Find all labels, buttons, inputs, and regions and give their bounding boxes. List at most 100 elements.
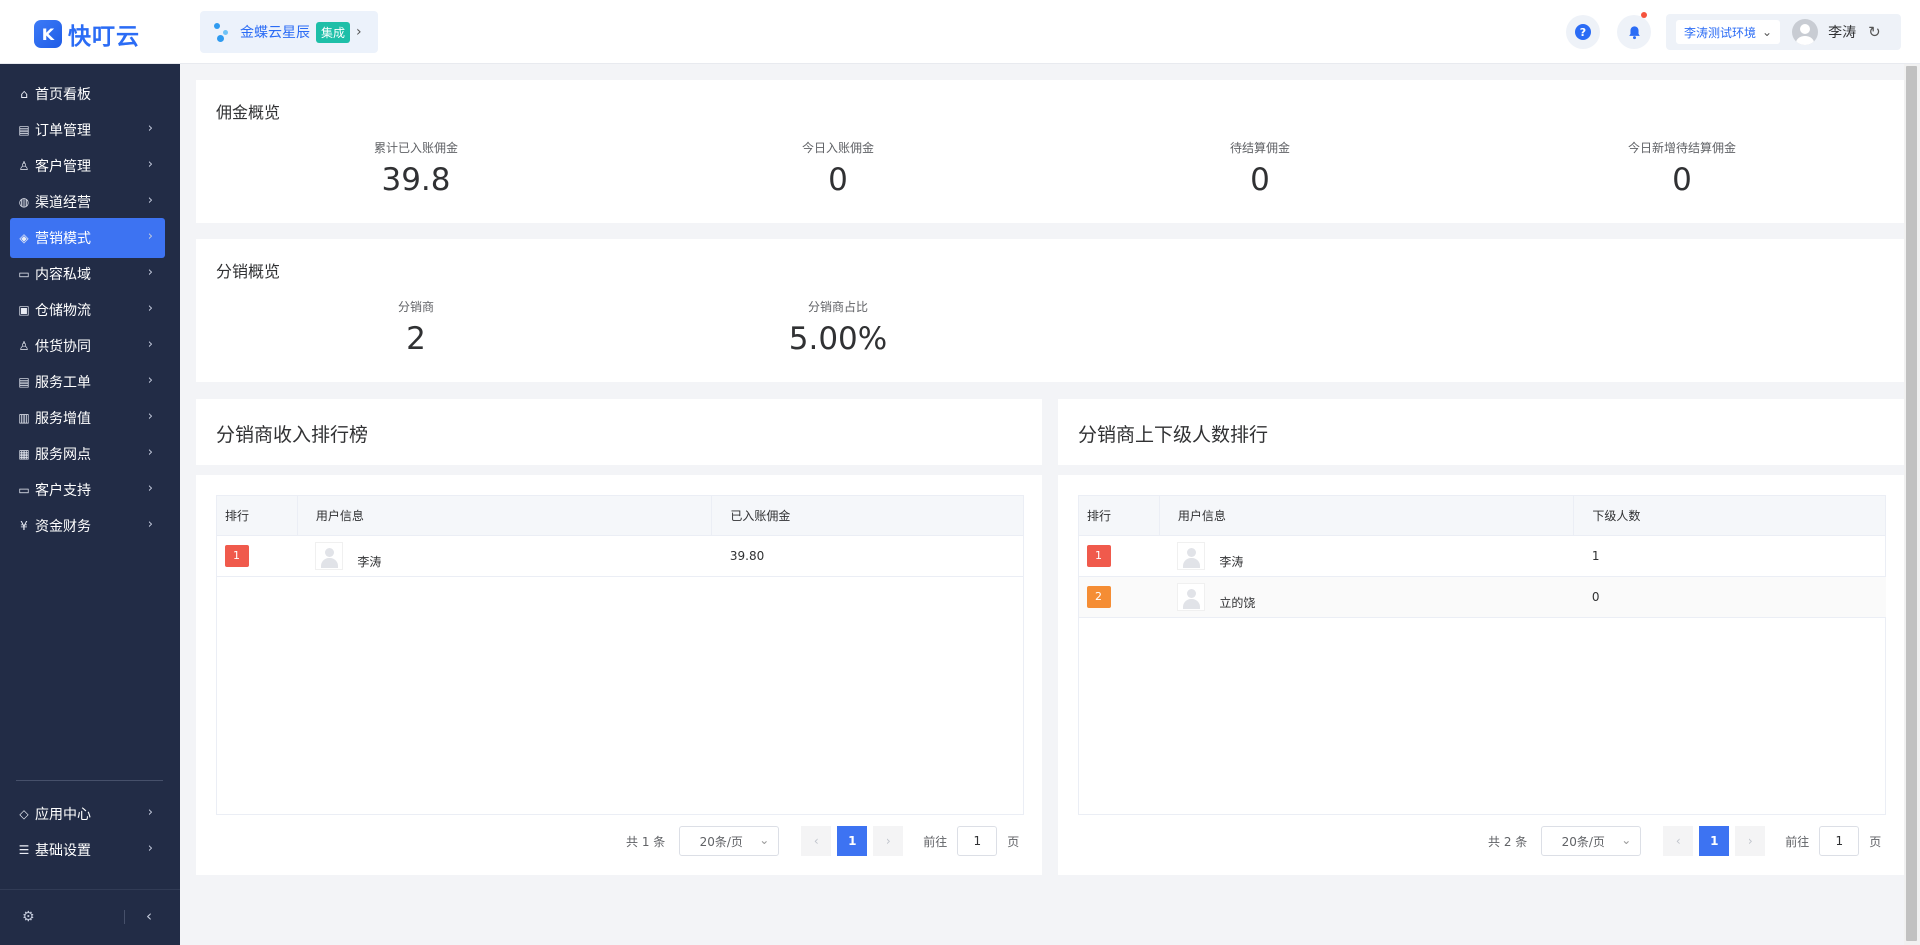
sidebar-item-settings[interactable]: ☰ 基础设置 › xyxy=(10,830,165,870)
income-rank-table: 排行 用户信息 已入账佣金 1 李涛 39.80 xyxy=(216,495,1024,577)
column-header: 排行 xyxy=(216,495,298,536)
app-center-icon: ◇ xyxy=(19,807,29,821)
member-rank-header: 分销商上下级人数排行 xyxy=(1058,399,1904,465)
goto-page-input[interactable]: 1 xyxy=(1819,826,1860,856)
income-rank-title: 分销商收入排行榜 xyxy=(216,424,369,446)
chevron-right-icon: › xyxy=(147,841,153,856)
sidebar-item-label: 服务增值 xyxy=(35,411,91,427)
chevron-right-icon: › xyxy=(147,265,153,280)
sidebar-item-label: 营销模式 xyxy=(35,231,91,247)
support-icon: ▭ xyxy=(18,483,30,497)
order-icon: ▤ xyxy=(18,123,30,137)
sidebar-item-warehouse[interactable]: ▣ 仓储物流 › xyxy=(10,290,165,330)
stat-label: 分销商占比 xyxy=(807,300,868,314)
member-rank-table: 排行 用户信息 下级人数 1 李涛 1 2 立的饶 0 xyxy=(1078,495,1886,618)
column-header: 用户信息 xyxy=(296,495,713,536)
chevron-down-icon: ⌄ xyxy=(1621,833,1632,847)
stat-value: 2 xyxy=(406,321,426,357)
table-row[interactable]: 2 立的饶 0 xyxy=(1078,576,1886,618)
sidebar-item-support[interactable]: ▭ 客户支持 › xyxy=(10,470,165,510)
chevron-down-icon: ⌄ xyxy=(1762,25,1773,39)
stat-today-commission: 今日入账佣金 0 xyxy=(738,139,938,198)
ticket-icon: ▤ xyxy=(18,375,30,389)
stat-value: 39.8 xyxy=(381,162,451,198)
help-button[interactable]: ? xyxy=(1566,15,1600,49)
income-rank-header: 分销商收入排行榜 xyxy=(196,399,1042,465)
table-row[interactable]: 1 李涛 1 xyxy=(1078,535,1886,577)
logo[interactable]: K 快叮云 xyxy=(34,17,140,51)
income-rank-pagination: 共 1 条 20条/页 ⌄ ‹ 1 › 前往 1 页 xyxy=(626,826,1019,856)
collapse-sidebar-icon[interactable]: ‹ xyxy=(146,907,152,925)
user-info: 李涛 xyxy=(305,542,711,570)
sidebar-item-ticket[interactable]: ▤ 服务工单 › xyxy=(10,362,165,402)
sidebar-item-home[interactable]: ⌂ 首页看板 xyxy=(10,74,165,114)
sidebar-item-app-center[interactable]: ◇ 应用中心 › xyxy=(10,794,165,834)
stat-label: 分销商 xyxy=(397,300,434,314)
sidebar-item-value-added[interactable]: ▥ 服务增值 › xyxy=(10,398,165,438)
content-icon: ▭ xyxy=(18,267,30,281)
scrollbar-thumb[interactable] xyxy=(1906,66,1917,941)
sidebar-item-label: 应用中心 xyxy=(35,807,91,823)
sidebar-item-order[interactable]: ▤ 订单管理 › xyxy=(10,110,165,150)
rank-badge: 2 xyxy=(1086,586,1111,608)
page-button-current[interactable]: 1 xyxy=(837,826,868,856)
total-count: 共 1 条 xyxy=(626,834,666,849)
column-header: 排行 xyxy=(1078,495,1160,536)
stat-distributor-ratio: 分销商占比 5.00% xyxy=(738,298,938,357)
sidebar: ⚙ ‹ ⌂ 首页看板 ▤ 订单管理 › ♙ 客户管理 › ◍ 渠道经营 › ◈ 营销模式 › ▭ 内容私域 › ▣… xyxy=(0,64,180,945)
sidebar-item-finance[interactable]: ¥ 资金财务 › xyxy=(10,506,165,546)
chevron-right-icon: › xyxy=(147,157,153,172)
table-row[interactable]: 1 李涛 39.80 xyxy=(216,535,1024,577)
sidebar-item-service-point[interactable]: ▦ 服务网点 › xyxy=(10,434,165,474)
stat-today-new-pending: 今日新增待结算佣金 0 xyxy=(1582,139,1782,198)
value-added-icon: ▥ xyxy=(18,411,30,425)
page-button-current[interactable]: 1 xyxy=(1699,826,1730,856)
sidebar-item-marketing[interactable]: ◈ 营销模式 › xyxy=(10,218,165,258)
next-page-button[interactable]: › xyxy=(1735,826,1766,856)
avatar[interactable] xyxy=(1792,19,1819,45)
customer-icon: ♙ xyxy=(18,159,30,173)
page-size-select[interactable]: 20条/页 ⌄ xyxy=(1541,826,1642,856)
brand-tag: 集成 xyxy=(316,21,351,43)
chevron-right-icon: › xyxy=(147,445,153,460)
sidebar-item-content[interactable]: ▭ 内容私域 › xyxy=(10,254,165,294)
finance-icon: ¥ xyxy=(20,519,28,533)
distribution-overview-card: 分销概览 分销商 2 分销商占比 5.00% xyxy=(196,239,1904,382)
user-info: 立的饶 xyxy=(1167,583,1573,611)
sidebar-item-customer[interactable]: ♙ 客户管理 › xyxy=(10,146,165,186)
env-select[interactable]: 李涛测试环境 ⌄ xyxy=(1676,20,1781,44)
gear-icon[interactable]: ⚙ xyxy=(22,909,35,925)
notification-badge xyxy=(1641,12,1647,18)
goto-page-input[interactable]: 1 xyxy=(957,826,998,856)
refresh-icon[interactable]: ↻ xyxy=(1868,23,1881,41)
income-rank-card: 排行 用户信息 已入账佣金 1 李涛 39.80 共 1 条 20条/页 ⌄ ‹ … xyxy=(196,475,1042,875)
sidebar-item-label: 资金财务 xyxy=(35,519,91,535)
prev-page-button[interactable]: ‹ xyxy=(1663,826,1694,856)
stat-distributors: 分销商 2 xyxy=(316,298,516,357)
page-size-select[interactable]: 20条/页 ⌄ xyxy=(679,826,780,856)
sidebar-item-label: 服务工单 xyxy=(35,375,91,391)
user-name: 立的饶 xyxy=(1219,595,1256,610)
user-name: 李涛 xyxy=(1828,25,1857,41)
integration-brand-button[interactable]: 金蝶云星辰 集成 › xyxy=(200,11,378,53)
total-count: 共 2 条 xyxy=(1488,834,1528,849)
user-menu[interactable]: 李涛测试环境 ⌄ 李涛 ↻ xyxy=(1666,14,1901,50)
supply-icon: ♙ xyxy=(18,339,30,353)
sidebar-item-channel[interactable]: ◍ 渠道经营 › xyxy=(10,182,165,222)
sidebar-item-label: 仓储物流 xyxy=(35,303,91,319)
rank-badge: 1 xyxy=(1086,545,1111,567)
column-header: 已入账佣金 xyxy=(711,495,1024,536)
chevron-right-icon: › xyxy=(147,517,153,532)
distribution-title: 分销概览 xyxy=(216,262,281,281)
prev-page-button[interactable]: ‹ xyxy=(801,826,832,856)
env-label: 李涛测试环境 xyxy=(1684,25,1757,40)
next-page-button[interactable]: › xyxy=(873,826,904,856)
stat-total-commission: 累计已入账佣金 39.8 xyxy=(316,139,516,198)
chevron-right-icon: › xyxy=(147,481,153,496)
member-rank-pagination: 共 2 条 20条/页 ⌄ ‹ 1 › 前往 1 页 xyxy=(1488,826,1881,856)
notification-button[interactable] xyxy=(1617,12,1651,49)
user-avatar-icon xyxy=(315,542,344,570)
chevron-right-icon: › xyxy=(147,193,153,208)
commission-overview-card: 佣金概览 累计已入账佣金 39.8 今日入账佣金 0 待结算佣金 0 今日新增待… xyxy=(196,80,1904,223)
sidebar-item-supply[interactable]: ♙ 供货协同 › xyxy=(10,326,165,366)
